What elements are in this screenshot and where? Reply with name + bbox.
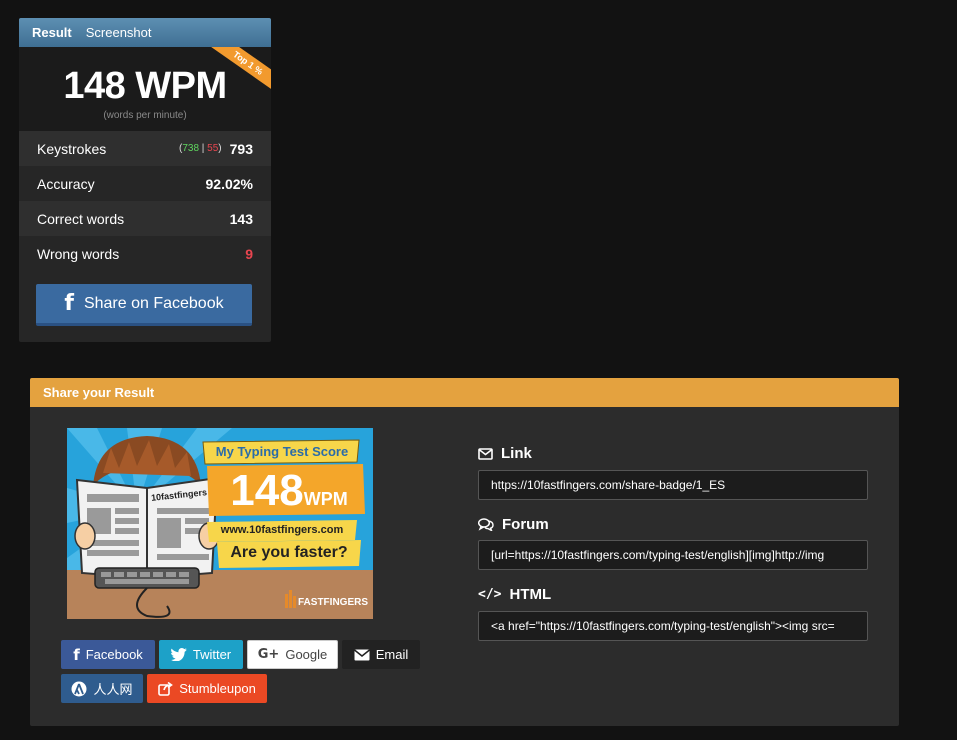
badge-headline: My Typing Test Score	[215, 444, 349, 459]
html-label-group: </> HTML	[478, 586, 551, 603]
accuracy-label: Accuracy	[37, 175, 95, 192]
accuracy-value: 92.02%	[205, 175, 253, 192]
share-on-facebook-button[interactable]: f Share on Facebook	[36, 284, 252, 326]
facebook-icon: f	[64, 291, 74, 316]
share-twitter-label: Twitter	[192, 647, 232, 662]
wrong-words-value: 9	[245, 245, 253, 262]
badge-unit: WPM	[303, 489, 348, 509]
keystrokes-label: Keystrokes	[37, 140, 107, 157]
keystrokes-close-paren: )	[218, 143, 222, 154]
forum-label-group: Forum	[478, 516, 549, 533]
facebook-icon: f	[73, 645, 80, 664]
share-renren-label: 人人网	[93, 682, 133, 697]
forum-field[interactable]	[478, 540, 868, 570]
keystrokes-row: Keystrokes (738 | 55) 793	[19, 131, 271, 166]
share-facebook-button[interactable]: f Facebook	[61, 640, 155, 669]
wpm-subtitle: (words per minute)	[103, 110, 187, 121]
link-field[interactable]	[478, 470, 868, 500]
keystrokes-total: 793	[229, 140, 253, 157]
share-email-button[interactable]: Email	[342, 640, 420, 669]
badge-site: www.10fastfingers.com	[220, 524, 344, 536]
share-email-label: Email	[375, 647, 409, 662]
share-stumbleupon-button[interactable]: Stumbleupon	[147, 674, 267, 703]
wpm-block: Top 1 % 148 WPM (words per minute)	[19, 47, 271, 131]
keystrokes-correct: 738	[182, 143, 200, 154]
share-twitter-button[interactable]: Twitter	[159, 640, 243, 669]
keystrokes-wrong: 55	[207, 143, 219, 154]
tab-result[interactable]: Result	[32, 25, 72, 40]
badge-score: 148	[230, 466, 304, 515]
envelope-icon	[478, 447, 493, 460]
renren-icon	[71, 681, 87, 696]
share-external-icon	[158, 681, 174, 696]
share-on-facebook-label: Share on Facebook	[83, 294, 224, 312]
link-label-group: Link	[478, 445, 532, 462]
score-badge-image[interactable]: My Typing Test Score 148WPM www.10fastfi…	[67, 428, 373, 619]
correct-words-value: 143	[229, 210, 253, 227]
keystrokes-value-group: (738 | 55) 793	[179, 141, 253, 157]
correct-words-row: Correct words 143	[19, 201, 271, 236]
twitter-icon	[170, 648, 187, 661]
result-card-header: Result Screenshot	[19, 18, 271, 47]
share-google-label: Google	[285, 647, 328, 662]
google-plus-icon: G+	[257, 647, 280, 662]
result-card: Result Screenshot Top 1 % 148 WPM (words…	[19, 18, 271, 342]
share-panel: Share your Result My Typing Test Score 1…	[30, 378, 899, 726]
code-icon: </>	[478, 587, 502, 602]
share-google-button[interactable]: G+ Google	[247, 640, 338, 669]
badge-logo: FASTFINGERS	[298, 597, 369, 608]
link-label: Link	[501, 445, 532, 462]
share-panel-title: Share your Result	[30, 378, 899, 407]
tab-screenshot[interactable]: Screenshot	[86, 25, 152, 40]
share-facebook-label: Facebook	[85, 647, 143, 662]
accuracy-row: Accuracy 92.02%	[19, 166, 271, 201]
comments-icon	[478, 518, 494, 531]
html-label: HTML	[509, 586, 552, 603]
keystrokes-separator: |	[199, 143, 208, 154]
html-field[interactable]	[478, 611, 868, 641]
forum-label: Forum	[502, 516, 549, 533]
correct-words-label: Correct words	[37, 210, 125, 227]
envelope-icon	[353, 648, 370, 660]
share-renren-button[interactable]: 人人网	[61, 674, 143, 703]
share-stumbleupon-label: Stumbleupon	[179, 681, 256, 696]
wrong-words-label: Wrong words	[37, 245, 120, 262]
badge-question: Are you faster?	[230, 544, 348, 561]
keystrokes-detail: (738 | 55)	[179, 143, 222, 154]
badge-score-line: 148WPM	[219, 466, 359, 516]
wrong-words-row: Wrong words 9	[19, 236, 271, 271]
